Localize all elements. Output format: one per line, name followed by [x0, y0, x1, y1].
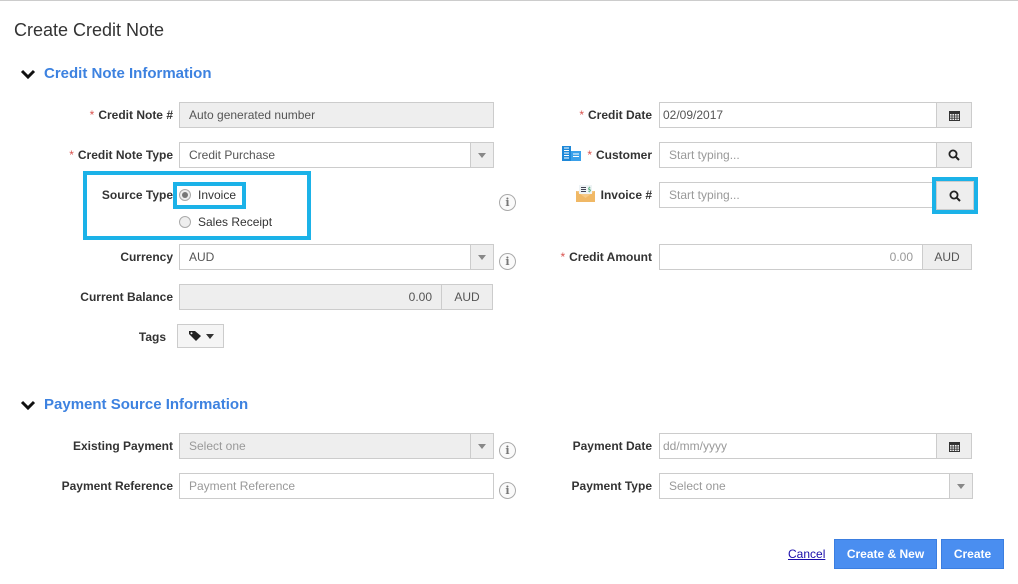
source-type-label: Source Type	[101, 188, 173, 202]
section-payment-source-toggle[interactable]: Payment Source Information	[20, 396, 248, 413]
currency-label: Currency	[120, 250, 173, 264]
caret-down-icon	[478, 152, 486, 158]
invoice-number-label: Invoice #	[600, 188, 652, 202]
calendar-icon	[948, 110, 960, 121]
label-text: Credit Note #	[98, 108, 173, 122]
label-text: Credit Date	[587, 108, 652, 122]
customer-building-icon	[562, 146, 581, 161]
required-marker: *	[69, 148, 74, 162]
payment-date-label: Payment Date	[572, 439, 652, 453]
currency-dropdown-button[interactable]	[470, 244, 494, 270]
section-credit-note-toggle[interactable]: Credit Note Information	[20, 65, 212, 82]
caret-down-icon	[478, 254, 486, 260]
credit-note-type-select[interactable]: Credit Purchase	[179, 142, 471, 168]
source-type-sales-receipt-radio[interactable]: Sales Receipt	[179, 215, 272, 229]
create-button[interactable]: Create	[941, 539, 1004, 569]
payment-date-input[interactable]: dd/mm/yyyy	[659, 433, 937, 459]
customer-input[interactable]: Start typing...	[659, 142, 937, 168]
source-type-invoice-radio[interactable]: Invoice	[179, 188, 236, 202]
payment-date-calendar-button[interactable]	[936, 433, 972, 459]
caret-down-icon	[478, 443, 486, 449]
cancel-link[interactable]: Cancel	[788, 547, 825, 561]
label-text: Customer	[595, 148, 652, 162]
caret-down-icon	[205, 333, 214, 339]
customer-label: * Customer	[587, 148, 652, 162]
radio-label: Invoice	[198, 188, 237, 202]
credit-amount-input[interactable]: 0.00	[659, 244, 923, 270]
current-balance-input[interactable]: 0.00	[179, 284, 442, 310]
label-text: Credit Amount	[569, 250, 652, 264]
chevron-down-icon	[20, 400, 36, 410]
credit-date-calendar-button[interactable]	[936, 102, 972, 128]
existing-payment-dropdown-button[interactable]	[470, 433, 494, 459]
required-marker: *	[560, 250, 566, 264]
radio-label: Sales Receipt	[198, 215, 273, 229]
tags-button[interactable]	[177, 324, 224, 348]
section-payment-source-title: Payment Source Information	[44, 396, 249, 413]
existing-payment-label: Existing Payment	[72, 439, 173, 453]
radio-unchecked-icon	[179, 216, 191, 228]
credit-amount-label: * Credit Amount	[560, 250, 652, 264]
current-balance-currency: AUD	[441, 284, 493, 310]
existing-payment-select[interactable]: Select one	[179, 433, 471, 459]
payment-reference-label: Payment Reference	[61, 479, 173, 493]
required-marker: *	[579, 108, 584, 122]
credit-note-number-label: * Credit Note #	[90, 108, 173, 122]
required-marker: *	[587, 148, 592, 162]
source-type-info-icon[interactable]: i	[499, 194, 516, 211]
payment-type-label: Payment Type	[571, 479, 652, 493]
customer-search-button[interactable]	[936, 142, 972, 168]
caret-down-icon	[957, 483, 965, 489]
currency-select[interactable]: AUD	[179, 244, 471, 270]
credit-amount-currency: AUD	[922, 244, 972, 270]
calendar-icon	[948, 441, 960, 452]
credit-note-type-dropdown-button[interactable]	[470, 142, 494, 168]
current-balance-label: Current Balance	[80, 290, 173, 304]
currency-info-icon[interactable]: i	[499, 253, 516, 270]
svg-text:$: $	[588, 187, 592, 194]
invoice-envelope-icon: $	[576, 185, 595, 202]
credit-note-number-input[interactable]: Auto generated number	[179, 102, 494, 128]
payment-type-select[interactable]: Select one	[659, 473, 950, 499]
credit-date-input[interactable]: 02/09/2017	[659, 102, 937, 128]
invoice-search-button[interactable]	[936, 181, 974, 210]
chevron-down-icon	[20, 69, 36, 79]
credit-date-label: * Credit Date	[579, 108, 652, 122]
tags-label: Tags	[138, 330, 166, 344]
payment-reference-input[interactable]: Payment Reference	[179, 473, 494, 499]
existing-payment-info-icon[interactable]: i	[499, 442, 516, 459]
payment-reference-info-icon[interactable]: i	[499, 482, 516, 499]
search-icon	[948, 149, 960, 161]
credit-note-type-label: * Credit Note Type	[69, 148, 173, 162]
payment-type-dropdown-button[interactable]	[949, 473, 973, 499]
search-icon	[949, 190, 961, 202]
section-credit-note-title: Credit Note Information	[44, 65, 212, 82]
invoice-number-input[interactable]: Start typing...	[659, 182, 937, 208]
radio-checked-icon	[179, 189, 191, 201]
tag-icon	[188, 331, 201, 341]
page-title: Create Credit Note	[14, 20, 165, 40]
create-and-new-button[interactable]: Create & New	[834, 539, 937, 569]
required-marker: *	[89, 108, 95, 122]
label-text: Credit Note Type	[77, 148, 173, 162]
